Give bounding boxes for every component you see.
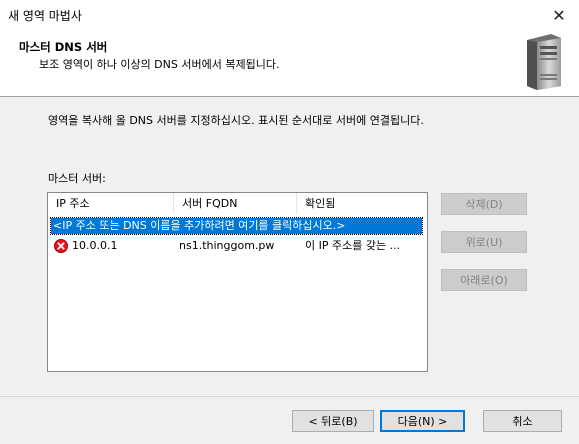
column-header-validated[interactable]: 확인됨 xyxy=(297,193,427,214)
page-title: 마스터 DNS 서버 xyxy=(19,40,108,54)
column-header-ip[interactable]: IP 주소 xyxy=(48,193,174,214)
wizard-header: 마스터 DNS 서버 보조 영역이 하나 이상의 DNS 서버에서 복제됩니다. xyxy=(0,30,579,97)
cancel-button[interactable]: 취소 xyxy=(483,410,562,432)
back-button[interactable]: < 뒤로(B) xyxy=(292,410,374,432)
row-ip: 10.0.0.1 xyxy=(72,239,118,252)
close-icon: ✕ xyxy=(552,5,566,25)
page-subtitle: 보조 영역이 하나 이상의 DNS 서버에서 복제됩니다. xyxy=(39,58,280,71)
instruction-text: 영역을 복사해 올 DNS 서버를 지정하십시오. 표시된 순서대로 서버에 연… xyxy=(48,114,424,127)
server-icon xyxy=(527,34,561,90)
move-down-button[interactable]: 아래로(O) xyxy=(441,269,527,291)
table-row[interactable]: 10.0.0.1 ns1.thinggom.pw 이 IP 주소를 갖는 ... xyxy=(48,237,427,255)
title-bar: 새 영역 마법사 ✕ xyxy=(0,0,579,30)
add-server-prompt[interactable]: <IP 주소 또는 DNS 이름을 추가하려면 여기를 클릭하십시오.> xyxy=(50,217,423,235)
list-header: IP 주소 서버 FQDN 확인됨 xyxy=(48,193,427,214)
window-title: 새 영역 마법사 xyxy=(8,9,82,23)
column-header-fqdn[interactable]: 서버 FQDN xyxy=(174,193,297,214)
row-validated: 이 IP 주소를 갖는 ... xyxy=(305,239,401,252)
master-servers-list[interactable]: IP 주소 서버 FQDN 확인됨 <IP 주소 또는 DNS 이름을 추가하려… xyxy=(47,192,428,372)
row-fqdn: ns1.thinggom.pw xyxy=(179,239,275,252)
footer-divider xyxy=(0,396,579,397)
delete-button[interactable]: 삭제(D) xyxy=(441,193,527,215)
next-button[interactable]: 다음(N) > xyxy=(380,410,465,432)
add-server-row[interactable]: <IP 주소 또는 DNS 이름을 추가하려면 여기를 클릭하십시오.> xyxy=(48,217,427,235)
move-up-button[interactable]: 위로(U) xyxy=(441,231,527,253)
error-icon xyxy=(54,239,68,253)
close-button[interactable]: ✕ xyxy=(539,0,579,30)
master-servers-label: 마스터 서버: xyxy=(48,172,106,185)
